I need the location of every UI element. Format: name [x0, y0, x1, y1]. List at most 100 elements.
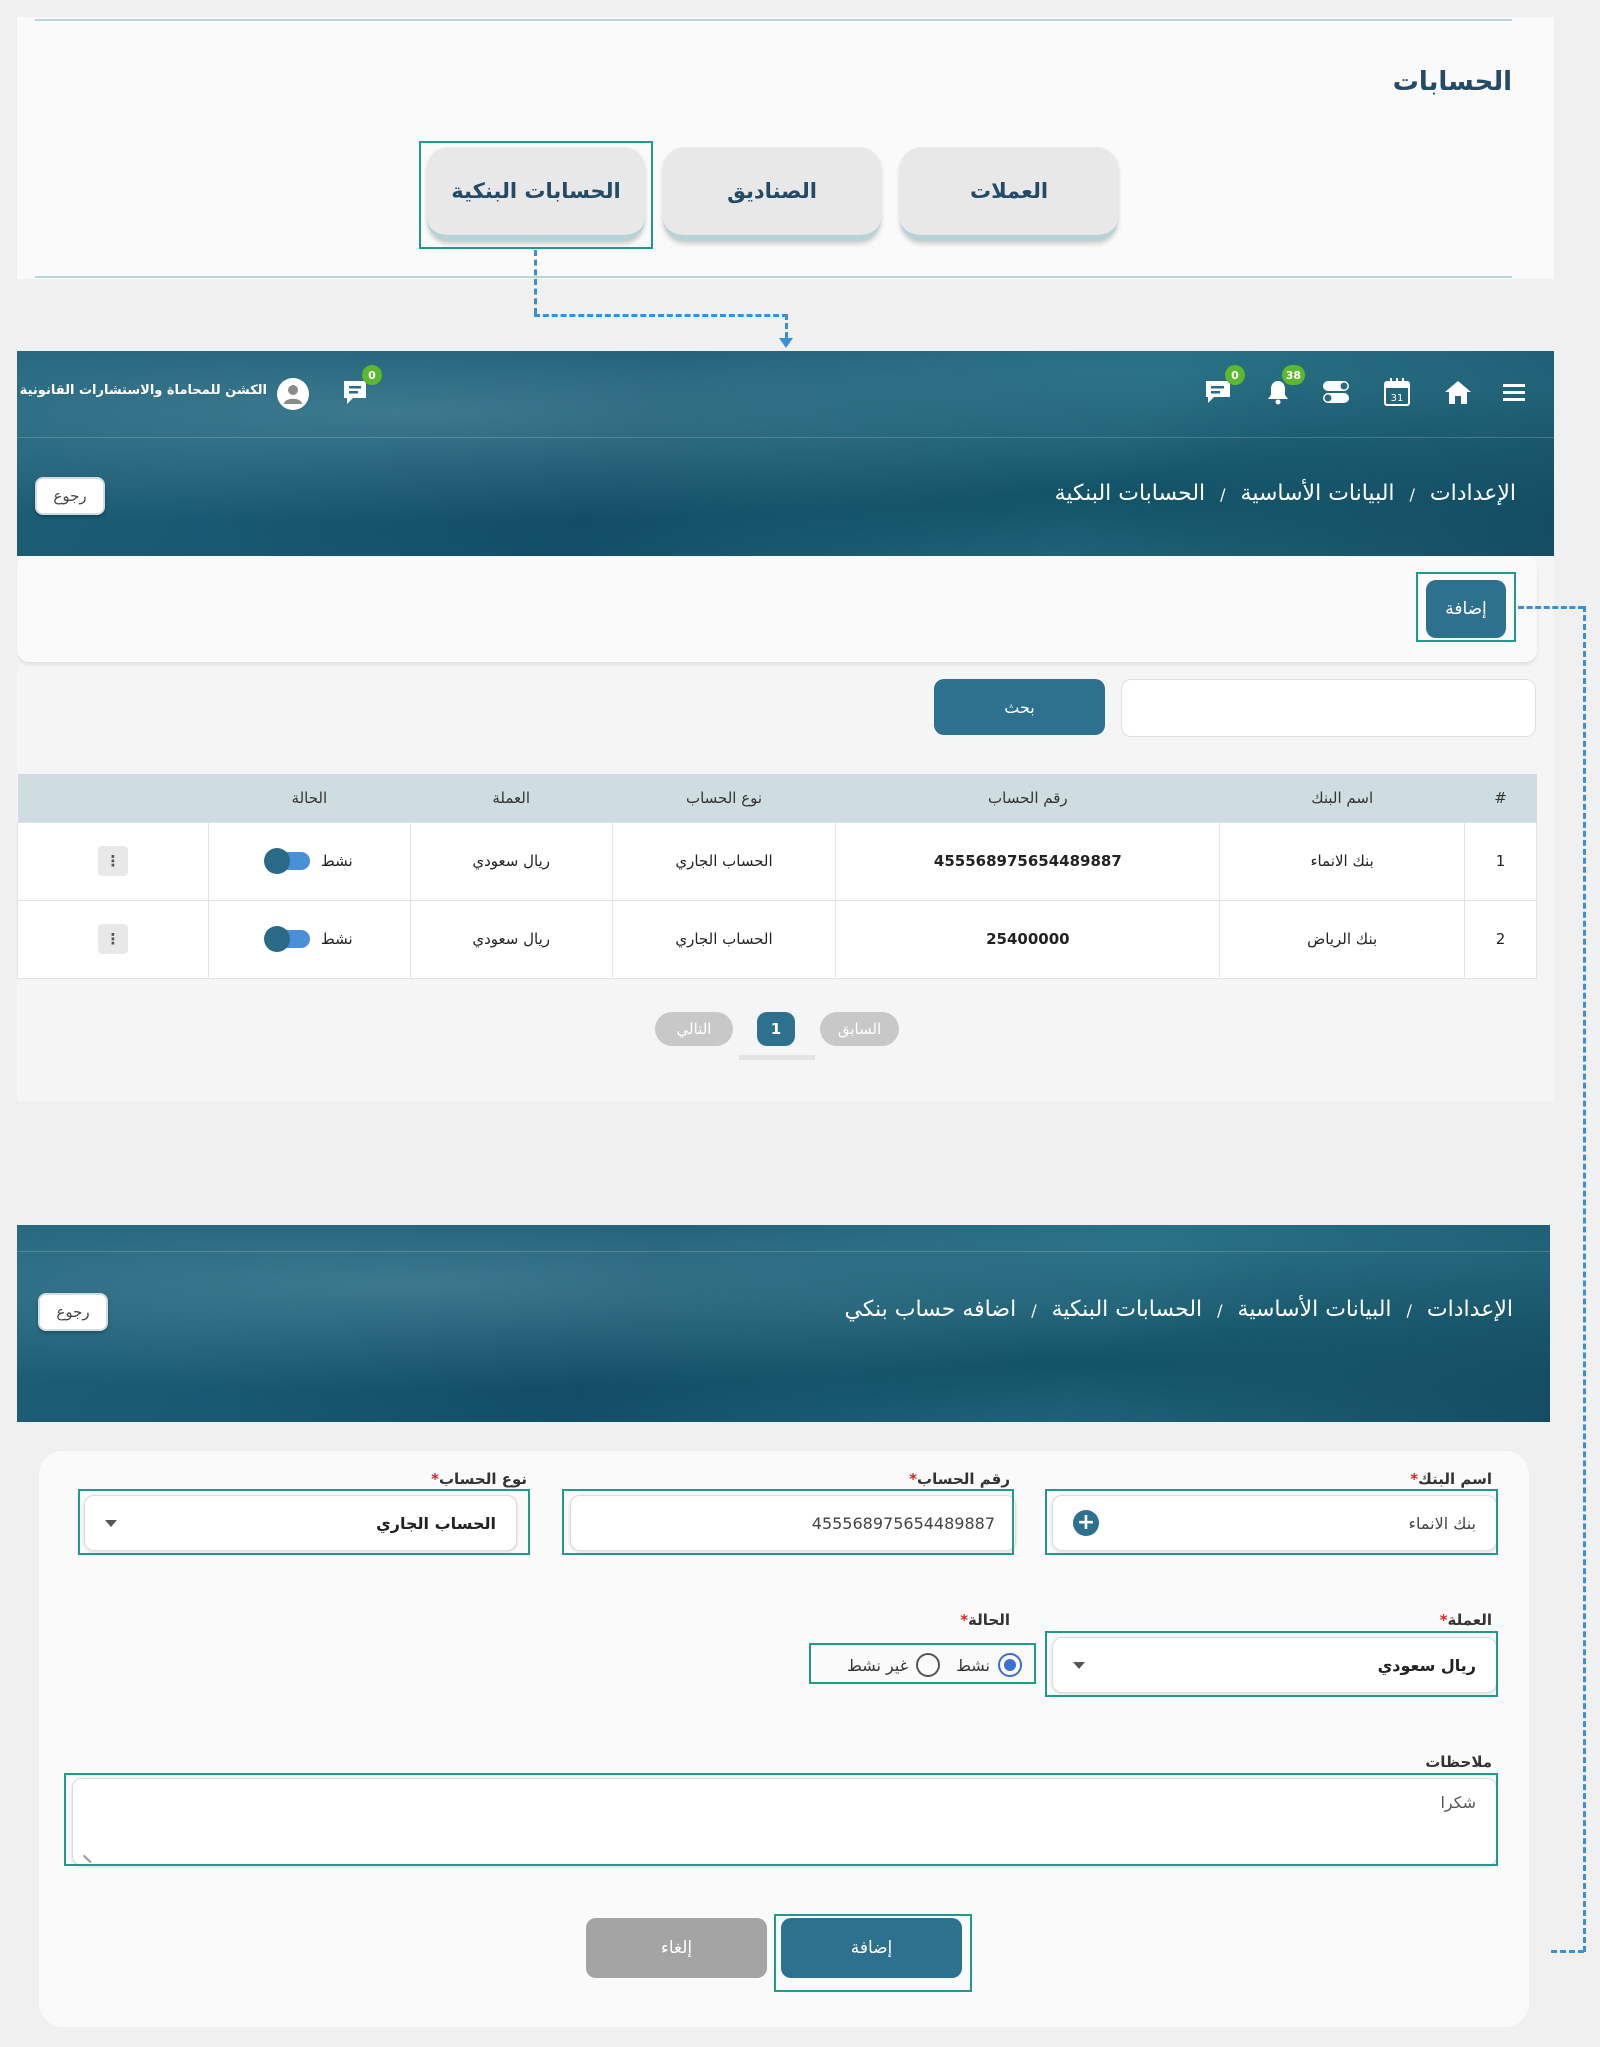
accounts-tabs-panel: الحسابات العملات الصناديق الحسابات البنك…: [17, 17, 1554, 279]
breadcrumb: الإعدادات / البيانات الأساسية / الحسابات…: [1055, 481, 1516, 506]
bank-name-value: بنك الانماء: [1408, 1513, 1476, 1533]
radio-inactive-label: غير نشط: [847, 1655, 909, 1675]
actions-card: [17, 556, 1537, 662]
page-title: الحسابات: [1392, 67, 1512, 97]
account-type-select[interactable]: الحساب الجاري: [84, 1495, 517, 1551]
account-number-label: رقم الحساب*: [909, 1470, 1010, 1488]
row-actions-icon[interactable]: ⋮: [97, 924, 128, 954]
account-number-value: 455568975654489887: [811, 1513, 995, 1533]
status-label: نشط: [320, 851, 353, 870]
status-cell: نشط: [207, 821, 411, 901]
pagination-indicator: [739, 1055, 815, 1060]
cancel-button[interactable]: إلغاء: [586, 1918, 767, 1978]
connector-line: [785, 314, 788, 338]
status-cell: نشط: [207, 899, 411, 979]
currency-value: ريال سعودي: [1377, 1655, 1476, 1675]
breadcrumb-bank-accounts: الحسابات البنكية: [1054, 481, 1206, 506]
column-header: الحالة: [208, 774, 411, 822]
table-row: 2 بنك الرياض 25400000 الحساب الجاري ريال…: [17, 899, 1537, 979]
connector-line: [534, 250, 537, 314]
currency-cell: ريال سعودي: [409, 899, 613, 979]
account-type-value: الحساب الجاري: [376, 1513, 496, 1533]
currency-select[interactable]: ريال سعودي: [1052, 1637, 1497, 1693]
radio-active-label: نشط: [956, 1655, 990, 1675]
breadcrumb: الإعدادات / البيانات الأساسية / الحسابات…: [845, 1297, 1514, 1322]
back-button[interactable]: رجوع: [35, 477, 105, 515]
settings-toggle-icon[interactable]: [1319, 375, 1353, 409]
actions-cell: ⋮: [17, 821, 209, 901]
row-actions-icon[interactable]: ⋮: [97, 846, 128, 876]
status-toggle[interactable]: [264, 848, 311, 875]
account-number-cell: 455568975654489887: [835, 821, 1221, 901]
svg-text:31: 31: [1391, 393, 1404, 404]
column-header: رقم الحساب: [835, 774, 1220, 822]
currency-cell: ريال سعودي: [409, 821, 613, 901]
calendar-icon[interactable]: 31: [1380, 375, 1414, 409]
back-button[interactable]: رجوع: [38, 1293, 108, 1331]
tab-cash-boxes[interactable]: الصناديق: [663, 147, 881, 241]
notes-textarea[interactable]: شكرا: [72, 1778, 1497, 1866]
messages-badge: 0: [362, 365, 382, 385]
search-button[interactable]: بحث: [934, 679, 1105, 735]
breadcrumb-separator: /: [1220, 485, 1226, 504]
notes-label: ملاحظات: [1425, 1753, 1492, 1771]
pagination-page[interactable]: 1: [757, 1012, 795, 1046]
bank-name-label: اسم البنك*: [1410, 1470, 1492, 1488]
status-radio-group: نشط غير نشط: [809, 1644, 1034, 1686]
column-header: #: [1464, 774, 1537, 822]
avatar[interactable]: [277, 378, 309, 410]
breadcrumb-separator: /: [1406, 1301, 1412, 1320]
tab-currencies[interactable]: العملات: [900, 147, 1118, 241]
status-toggle[interactable]: [264, 926, 311, 953]
pagination-prev[interactable]: السابق: [820, 1012, 899, 1046]
breadcrumb-separator: /: [1031, 1301, 1037, 1320]
breadcrumb-separator: /: [1409, 485, 1415, 504]
status-label: نشط: [320, 929, 353, 948]
bank-accounts-table: # اسم البنك رقم الحساب نوع الحساب العملة…: [17, 774, 1537, 979]
radio-active[interactable]: [998, 1653, 1022, 1677]
account-number-field[interactable]: 455568975654489887: [570, 1495, 1016, 1551]
breadcrumb-settings[interactable]: الإعدادات: [1427, 1297, 1513, 1322]
row-index: 2: [1464, 899, 1537, 979]
tab-bank-accounts[interactable]: الحسابات البنكية: [427, 147, 645, 241]
account-type-cell: الحساب الجاري: [611, 821, 837, 901]
connector-line: [1518, 606, 1584, 609]
home-icon[interactable]: [1441, 375, 1475, 409]
add-bank-icon[interactable]: +: [1073, 1510, 1099, 1536]
add-button[interactable]: إضافة: [1426, 580, 1506, 638]
divider: [17, 437, 1554, 438]
column-header: اسم البنك: [1219, 774, 1465, 822]
menu-icon[interactable]: [1497, 375, 1531, 409]
radio-inactive[interactable]: [916, 1653, 941, 1677]
breadcrumb-add-bank-account: اضافه حساب بنكي: [844, 1297, 1017, 1322]
company-name: الكشن للمحاماة والاستشارات القانونية: [19, 383, 267, 398]
status-label: الحالة*: [960, 1611, 1010, 1629]
notifications-badge: 38: [1281, 365, 1305, 385]
messages-icon[interactable]: 0: [338, 365, 382, 409]
pagination-next[interactable]: التالي: [655, 1012, 733, 1046]
chevron-down-icon: [1073, 1661, 1085, 1669]
add-bank-account-screen: الإعدادات / البيانات الأساسية / الحسابات…: [17, 1225, 1550, 2027]
bank-name-field[interactable]: بنك الانماء +: [1052, 1495, 1497, 1551]
currency-label: العملة*: [1439, 1611, 1492, 1629]
bell-icon[interactable]: 38: [1261, 365, 1305, 409]
divider: [17, 1251, 1550, 1252]
connector-line: [534, 314, 788, 317]
search-input[interactable]: [1121, 679, 1536, 737]
breadcrumb-bank-accounts[interactable]: الحسابات البنكية: [1052, 1297, 1203, 1322]
chat-badge: 0: [1225, 365, 1245, 385]
account-type-label: نوع الحساب*: [431, 1470, 527, 1488]
table-row: 1 بنك الانماء 455568975654489887 الحساب …: [17, 821, 1537, 901]
divider: [35, 19, 1512, 21]
chat-icon[interactable]: 0: [1201, 365, 1245, 409]
connector-arrow: [779, 338, 793, 348]
notes-value: شكرا: [1440, 1793, 1476, 1812]
breadcrumb-settings[interactable]: الإعدادات: [1430, 481, 1516, 506]
submit-add-button[interactable]: إضافة: [781, 1918, 962, 1978]
breadcrumb-basic-data[interactable]: البيانات الأساسية: [1241, 481, 1395, 506]
chevron-down-icon: [105, 1519, 117, 1527]
breadcrumb-basic-data[interactable]: البيانات الأساسية: [1238, 1297, 1392, 1322]
bank-name-cell: بنك الانماء: [1219, 821, 1466, 901]
bank-name-cell: بنك الرياض: [1219, 899, 1466, 979]
header-banner: [17, 1225, 1550, 1422]
